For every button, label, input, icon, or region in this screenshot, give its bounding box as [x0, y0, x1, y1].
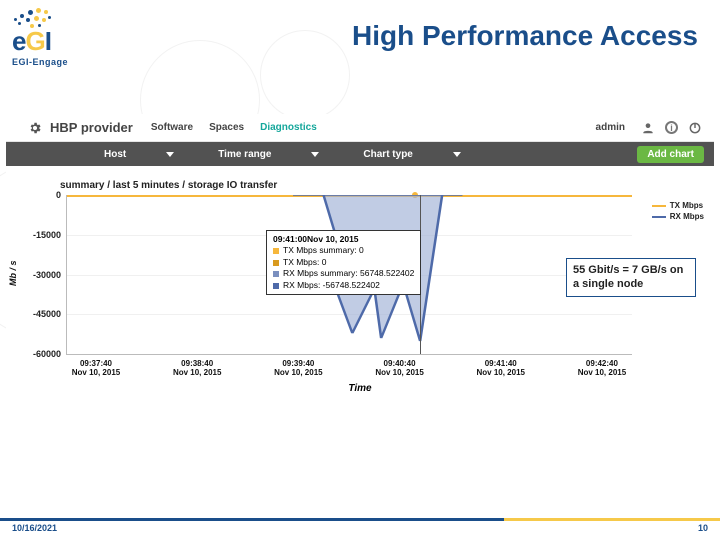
x-tick-date: Nov 10, 2015: [268, 368, 328, 377]
legend-tx: TX Mbps: [670, 201, 703, 210]
app-brand: HBP provider: [50, 120, 133, 135]
topbar: HBP provider Software Spaces Diagnostics…: [6, 114, 714, 142]
x-tick-date: Nov 10, 2015: [66, 368, 126, 377]
chevron-down-icon: [453, 152, 461, 157]
y-tick: -60000: [33, 349, 67, 359]
power-icon[interactable]: [688, 121, 702, 135]
tooltip-row: RX Mbps summary: 56748.522402: [283, 268, 414, 279]
callout-box: 55 Gbit/s = 7 GB/s on a single node: [566, 258, 696, 297]
info-icon[interactable]: i: [665, 121, 678, 134]
tooltip-row: RX Mbps: -56748.522402: [283, 280, 380, 291]
footer-date: 10/16/2021: [12, 523, 57, 533]
y-tick: -45000: [33, 309, 67, 319]
charttype-select[interactable]: Chart type: [355, 144, 468, 164]
x-tick-date: Nov 10, 2015: [471, 368, 531, 377]
x-tick: 09:41:40: [485, 359, 517, 368]
host-select[interactable]: Host: [96, 144, 182, 164]
legend-rx: RX Mbps: [670, 212, 704, 221]
chevron-down-icon: [166, 152, 174, 157]
tooltip-row: TX Mbps: 0: [283, 257, 326, 268]
gear-icon[interactable]: [28, 121, 42, 135]
timerange-label: Time range: [218, 149, 271, 160]
tab-spaces[interactable]: Spaces: [209, 122, 244, 133]
y-axis-label: Mb / s: [8, 260, 18, 286]
x-tick-date: Nov 10, 2015: [167, 368, 227, 377]
app-panel: HBP provider Software Spaces Diagnostics…: [6, 114, 714, 394]
y-tick: -30000: [33, 270, 67, 280]
user-icon[interactable]: [641, 121, 655, 135]
chevron-down-icon: [311, 152, 319, 157]
x-ticks: 09:37:40Nov 10, 2015 09:38:40Nov 10, 201…: [66, 359, 632, 377]
tooltip-header: 09:41:00Nov 10, 2015: [273, 234, 414, 245]
logo-subtitle: EGI-Engage: [12, 57, 68, 67]
slide-footer: 10/16/2021 10: [0, 518, 720, 540]
footer-page: 10: [698, 523, 708, 533]
x-tick-date: Nov 10, 2015: [572, 368, 632, 377]
host-label: Host: [104, 149, 126, 160]
legend: TX Mbps RX Mbps: [652, 201, 704, 223]
legend-swatch-rx: [652, 216, 666, 218]
x-tick: 09:40:40: [384, 359, 416, 368]
logo: eGI EGI-Engage: [12, 6, 68, 67]
slide-title: High Performance Access: [352, 20, 698, 52]
x-tick: 09:39:40: [282, 359, 314, 368]
legend-swatch-tx: [652, 205, 666, 207]
y-tick: 0: [56, 190, 67, 200]
x-tick: 09:38:40: [181, 359, 213, 368]
logo-word: eGI: [12, 26, 68, 57]
filter-bar: Host Time range Chart type Add chart: [6, 142, 714, 166]
chart-tooltip: 09:41:00Nov 10, 2015 TX Mbps summary: 0 …: [266, 230, 421, 295]
x-tick: 09:37:40: [80, 359, 112, 368]
timerange-select[interactable]: Time range: [210, 144, 327, 164]
chart-title: summary / last 5 minutes / storage IO tr…: [60, 180, 706, 191]
x-tick-date: Nov 10, 2015: [370, 368, 430, 377]
bg-circle: [260, 30, 350, 120]
tab-diagnostics[interactable]: Diagnostics: [260, 122, 317, 133]
charttype-label: Chart type: [363, 149, 412, 160]
x-tick: 09:42:40: [586, 359, 618, 368]
admin-label: admin: [596, 122, 625, 133]
x-axis-label: Time: [14, 383, 706, 394]
y-tick: -15000: [33, 230, 67, 240]
tooltip-row: TX Mbps summary: 0: [283, 245, 364, 256]
tab-software[interactable]: Software: [151, 122, 193, 133]
add-chart-button[interactable]: Add chart: [637, 146, 704, 163]
